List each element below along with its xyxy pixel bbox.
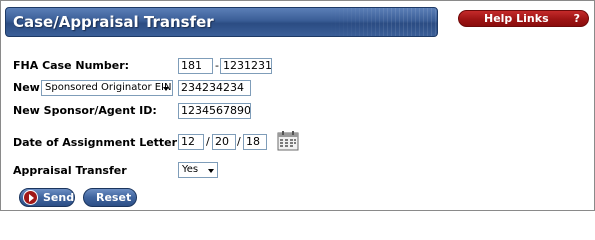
assignment-date-label: Date of Assignment Letter: <box>13 136 182 149</box>
arrow-right-icon <box>23 190 38 205</box>
send-button-label: Send <box>43 191 75 204</box>
appraisal-transfer-select-value: Yes <box>182 164 199 175</box>
assignment-year-input[interactable]: 18 <box>243 134 267 150</box>
originator-type-select[interactable]: Sponsored Originator EIN: <box>41 80 173 96</box>
appraisal-transfer-select[interactable]: Yes <box>178 162 218 178</box>
send-button[interactable]: Send <box>19 188 75 207</box>
appraisal-transfer-label: Appraisal Transfer <box>13 164 127 177</box>
calendar-icon[interactable] <box>277 131 299 151</box>
title-bar: Case/Appraisal Transfer <box>5 7 438 37</box>
page-title: Case/Appraisal Transfer <box>13 13 214 31</box>
sponsor-agent-id-input[interactable]: 1234567890 <box>178 103 251 119</box>
chevron-down-icon <box>163 87 169 91</box>
assignment-month-input[interactable]: 12 <box>178 134 204 150</box>
help-links-button[interactable]: Help Links ? <box>458 10 589 27</box>
fha-case-number-label: FHA Case Number: <box>13 59 130 72</box>
assignment-day-input[interactable]: 20 <box>212 134 236 150</box>
date-separator: / <box>237 135 241 148</box>
help-question-icon: ? <box>573 12 580 25</box>
reset-button[interactable]: Reset <box>83 188 137 207</box>
fha-case-number-separator: - <box>215 59 219 72</box>
help-links-label: Help Links <box>484 12 549 25</box>
fha-case-number-prefix-input[interactable]: 181 <box>178 58 213 74</box>
title-bar-pattern <box>327 8 437 36</box>
fha-case-number-suffix-input[interactable]: 1231231 <box>220 58 272 74</box>
originator-ein-input[interactable]: 234234234 <box>178 80 251 96</box>
date-separator: / <box>206 135 210 148</box>
new-originator-label: New <box>13 81 40 94</box>
chevron-down-icon <box>208 169 214 173</box>
new-sponsor-agent-label: New Sponsor/Agent ID: <box>13 104 157 117</box>
originator-type-select-value: Sponsored Originator EIN: <box>45 82 173 93</box>
reset-button-label: Reset <box>96 191 132 204</box>
